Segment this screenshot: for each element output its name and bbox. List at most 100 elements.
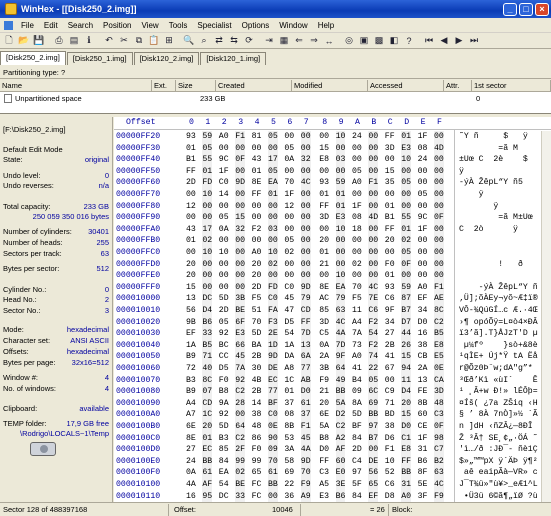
hex-byte[interactable]: 6F [235,316,246,329]
hex-byte[interactable]: 85 [319,305,329,317]
hex-byte[interactable]: 3D [319,212,329,224]
hex-byte[interactable]: 51 [252,305,262,317]
hex-byte[interactable]: 4C [300,177,311,190]
hex-row[interactable]: 00000FF20 93 59 A0 F1 81 05 00 00 00 10 24 00 FF 01 1F 0… [114,131,551,143]
hex-byte[interactable]: 9D [235,177,246,190]
col-size[interactable]: Size [176,80,216,92]
hex-byte[interactable]: 00 [186,212,196,224]
hex-byte[interactable]: 73 [352,340,362,352]
hex-byte[interactable]: 58 [284,456,294,468]
hex-byte[interactable]: 7D [335,339,346,352]
hex-byte[interactable]: 00 [300,200,311,213]
hex-byte[interactable]: 65 [252,467,262,479]
hex-byte[interactable]: 00 [300,258,311,271]
hex-byte[interactable]: 00 [284,131,294,143]
hex-byte[interactable]: 8E [319,282,329,294]
hex-byte[interactable]: 00 [434,270,444,283]
hex-byte[interactable]: D5 [284,317,294,329]
hex-byte[interactable]: D0 [418,317,428,329]
paste-zero-icon[interactable]: ⊞ [162,34,176,48]
undo-icon[interactable]: ↶ [102,34,116,48]
hex-byte[interactable]: 12 [186,201,196,213]
hex-byte[interactable]: 93 [186,131,196,143]
hex-byte[interactable]: 38 [252,409,262,421]
hex-byte[interactable]: 00 [418,166,428,178]
hex-byte[interactable]: BE [235,305,246,317]
hex-byte[interactable]: 10 [385,456,395,468]
hex-byte[interactable]: 14 [252,398,262,410]
hex-byte[interactable]: 01 [335,189,346,201]
hex-row[interactable]: 0000100C0 8E 01 B3 C2 86 90 53 45 B8 A2 84 B7 D6 C1 1F 9… [114,432,551,445]
hex-byte[interactable]: 00 [335,165,346,178]
cut-icon[interactable]: ✂ [117,34,131,48]
ascii-text[interactable]: 'ì…/ð :JÐ¯- ñè1Ç [459,444,538,456]
hex-byte[interactable]: A9 [300,490,311,503]
hex-byte[interactable]: 00 [368,189,379,201]
hex-byte[interactable]: DE [368,455,379,468]
hex-row[interactable]: 000010110 16 95 DC 33 FC 00 36 A9 E3 B6 84 EF D8 A0 3F F… [114,490,551,503]
ascii-text[interactable]: ÿ [459,189,528,201]
hex-byte[interactable]: 00 [335,142,346,155]
hex-byte[interactable]: 08 [284,409,294,421]
hex-byte[interactable]: D6 [385,433,395,445]
hex-byte[interactable]: 55 [401,212,412,225]
hex-byte[interactable]: B4 [352,375,362,387]
hex-byte[interactable]: 34 [418,305,428,317]
menu-position[interactable]: Position [98,21,136,30]
hex-byte[interactable]: 70 [268,455,278,468]
hex-byte[interactable]: 4A [335,328,346,341]
calculator-icon[interactable]: ▩ [372,34,386,48]
hex-byte[interactable]: 99 [252,456,262,468]
hex-byte[interactable]: 05 [284,235,294,247]
hex-byte[interactable]: 9D [268,351,278,364]
hex-byte[interactable]: 10 [335,131,346,143]
ascii-text[interactable]: § ’ 8À 7nÒ]»½ `Ã [459,409,538,421]
hex-byte[interactable]: 00 [418,259,428,271]
hex-byte[interactable]: 30 [252,363,262,375]
ascii-text[interactable]: -ýÀ ŽêpL“Y ñ [459,282,538,294]
hex-byte[interactable]: 72 [186,363,196,375]
ascii-text[interactable] [459,247,538,259]
hex-byte[interactable]: 00 [202,270,213,283]
hex-byte[interactable]: 95 [202,490,213,503]
hex-byte[interactable]: 00 [219,143,229,155]
hex-byte[interactable]: BF [352,421,362,433]
hex-byte[interactable]: 92 [219,409,229,421]
hex-byte[interactable]: 3E [335,479,346,491]
hex-byte[interactable]: 15 [385,166,395,178]
hex-byte[interactable]: 4A [300,444,311,457]
hex-byte[interactable]: F3 [268,316,278,329]
hex-byte[interactable]: C1 [401,432,412,445]
hex-byte[interactable]: 10 [335,270,346,283]
hex-byte[interactable]: FD [268,281,278,294]
hex-byte[interactable]: B5 [202,339,213,352]
hex-row[interactable]: 000010090 A4 CD 9A 28 14 BF 37 61 20 5A 8A 69 71 20 8B 4… [114,397,551,410]
hex-byte[interactable]: 03 [335,154,346,167]
hex-byte[interactable]: F0 [219,375,229,387]
hex-byte[interactable]: 49 [335,374,346,387]
hex-byte[interactable]: 00 [352,247,362,259]
hex-byte[interactable]: 59 [335,177,346,190]
hex-row[interactable]: 00000FF40 B1 55 9C 0F 43 17 0A 32 E8 03 00 00 00 10 24 0… [114,154,551,167]
hex-byte[interactable]: 15 [319,143,329,155]
hex-byte[interactable]: 5E [418,479,428,491]
ascii-text[interactable]: C 2ò ÿ [459,224,533,236]
hex-row[interactable]: 0000100F0 0A 61 EA 02 65 61 69 70 C3 E0 97 56 52 BB 8F 6… [114,467,551,480]
hex-row[interactable]: 00000FF50 FF 01 1F 00 01 05 00 00 00 00 05 00 15 00 00 0… [114,165,551,178]
hex-row[interactable]: 000010030 EF 33 92 E3 5D 2E 54 7D C5 4A 7A 54 27 44 16 B… [114,328,551,341]
hex-byte[interactable]: D8 [385,491,395,503]
hex-byte[interactable]: 08 [418,143,428,155]
hex-byte[interactable]: 6A [300,351,311,364]
hex-byte[interactable]: CB [418,351,428,363]
next-sector-icon[interactable]: ▶ [452,34,466,48]
hex-byte[interactable]: 13 [186,293,196,305]
ascii-text[interactable]: aê eaipÃà—VR» c [459,467,538,479]
hex-byte[interactable]: C9 [385,386,395,398]
hex-row[interactable]: 000010100 4A AF 54 BE FC BB 22 F9 A5 3E 5F 65 C6 31 5E 4… [114,479,551,491]
hex-byte[interactable]: 00 [268,200,278,213]
save-icon[interactable]: 💾 [32,34,46,48]
hex-byte[interactable]: 20 [252,270,262,282]
hex-byte[interactable]: 2B [385,340,395,352]
hex-byte[interactable]: 00 [418,201,428,213]
hex-byte[interactable]: 60 [335,455,346,468]
